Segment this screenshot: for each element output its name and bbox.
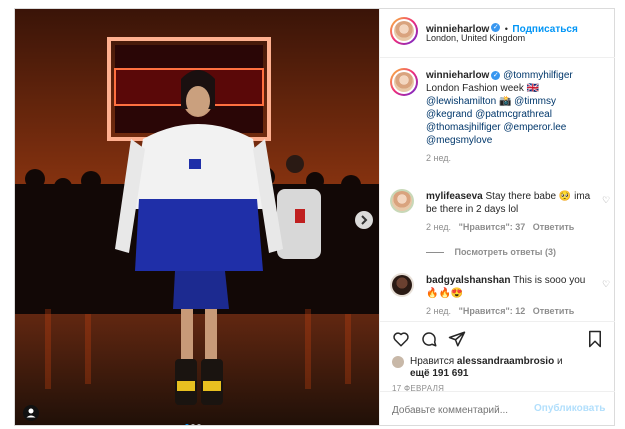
comment-like-icon[interactable]: ♡ [602,195,610,206]
comment-likes[interactable]: "Нравится": 12 [459,306,526,316]
avatar[interactable] [390,273,414,297]
bookmark-icon[interactable] [587,330,603,353]
comment-like-icon[interactable]: ♡ [602,279,610,290]
likes-user[interactable]: alessandraambrosio [457,356,554,367]
next-arrow-icon[interactable] [355,211,373,229]
verified-badge-icon: ✓ [491,23,501,33]
comment-username[interactable]: mylifeaseva [426,191,483,202]
view-replies-button[interactable]: Посмотреть ответы (3) [455,247,556,257]
caption: winnieharlow ✓ @tommyhilfiger London Fash… [426,69,606,165]
share-icon[interactable] [448,330,466,353]
comment-likes[interactable]: "Нравится": 37 [459,222,526,232]
comment: mylifeaseva Stay there babe 🥺 ima be the… [426,190,598,259]
comment-username[interactable]: badgyalshanshan [426,275,510,286]
comment-icon[interactable] [420,330,438,353]
runway-photo-illustration [15,9,379,425]
mention-link[interactable]: @kegrand @patmcgrathreal [426,108,606,121]
comments-area: winnieharlow ✓ @tommyhilfiger London Fash… [380,58,615,320]
likes-suffix: и [556,356,563,367]
avatar[interactable] [390,189,414,213]
post-header: winnieharlow ✓ • Подписаться London, Unit… [380,9,615,58]
likes-prefix: Нравится [410,356,455,367]
comment: badgyalshanshan This is sooo you 🔥🔥😍 2 н… [426,274,598,318]
post-actions: Нравится alessandraambrosio и ещё 191 69… [380,321,615,393]
comment-time[interactable]: 2 нед. [426,306,451,316]
add-comment-bar: Опубликовать [380,391,615,426]
post-photo[interactable] [15,9,379,425]
comment-input[interactable] [390,400,534,420]
mention-link[interactable]: @lewishamilton 📸 @timmsy [426,95,606,108]
publish-button[interactable]: Опубликовать [534,403,605,414]
carousel-dot [191,424,195,425]
user-tag-icon[interactable] [23,405,39,421]
caption-time[interactable]: 2 нед. [426,152,606,165]
mention-link[interactable]: @tommyhilfiger [503,70,573,81]
likes-count[interactable]: ещё 191 691 [410,368,469,379]
carousel-dots [185,415,203,425]
caption-line: London Fashion week 🇬🇧 [426,83,540,94]
avatar[interactable] [390,68,418,96]
mention-link[interactable]: @thomasjhilfiger @emperor.lee [426,121,606,134]
post-sidebar: winnieharlow ✓ • Подписаться London, Unit… [379,9,615,425]
mention-link[interactable]: @megsmylove [426,134,606,147]
avatar[interactable] [392,356,404,368]
likes-summary: Нравится alessandraambrosio и ещё 191 69… [410,356,600,380]
reply-button[interactable]: Ответить [533,222,575,232]
reply-button[interactable]: Ответить [533,306,575,316]
caption-username[interactable]: winnieharlow [426,70,489,81]
verified-badge-icon: ✓ [491,70,501,80]
avatar[interactable] [390,17,418,45]
replies-divider [426,252,444,254]
carousel-dot [197,424,201,425]
location-link[interactable]: London, United Kingdom [426,33,525,43]
carousel-dot-active [185,424,189,425]
instagram-post: winnieharlow ✓ • Подписаться London, Unit… [14,8,615,426]
heart-icon[interactable] [392,330,410,353]
comment-time[interactable]: 2 нед. [426,222,451,232]
